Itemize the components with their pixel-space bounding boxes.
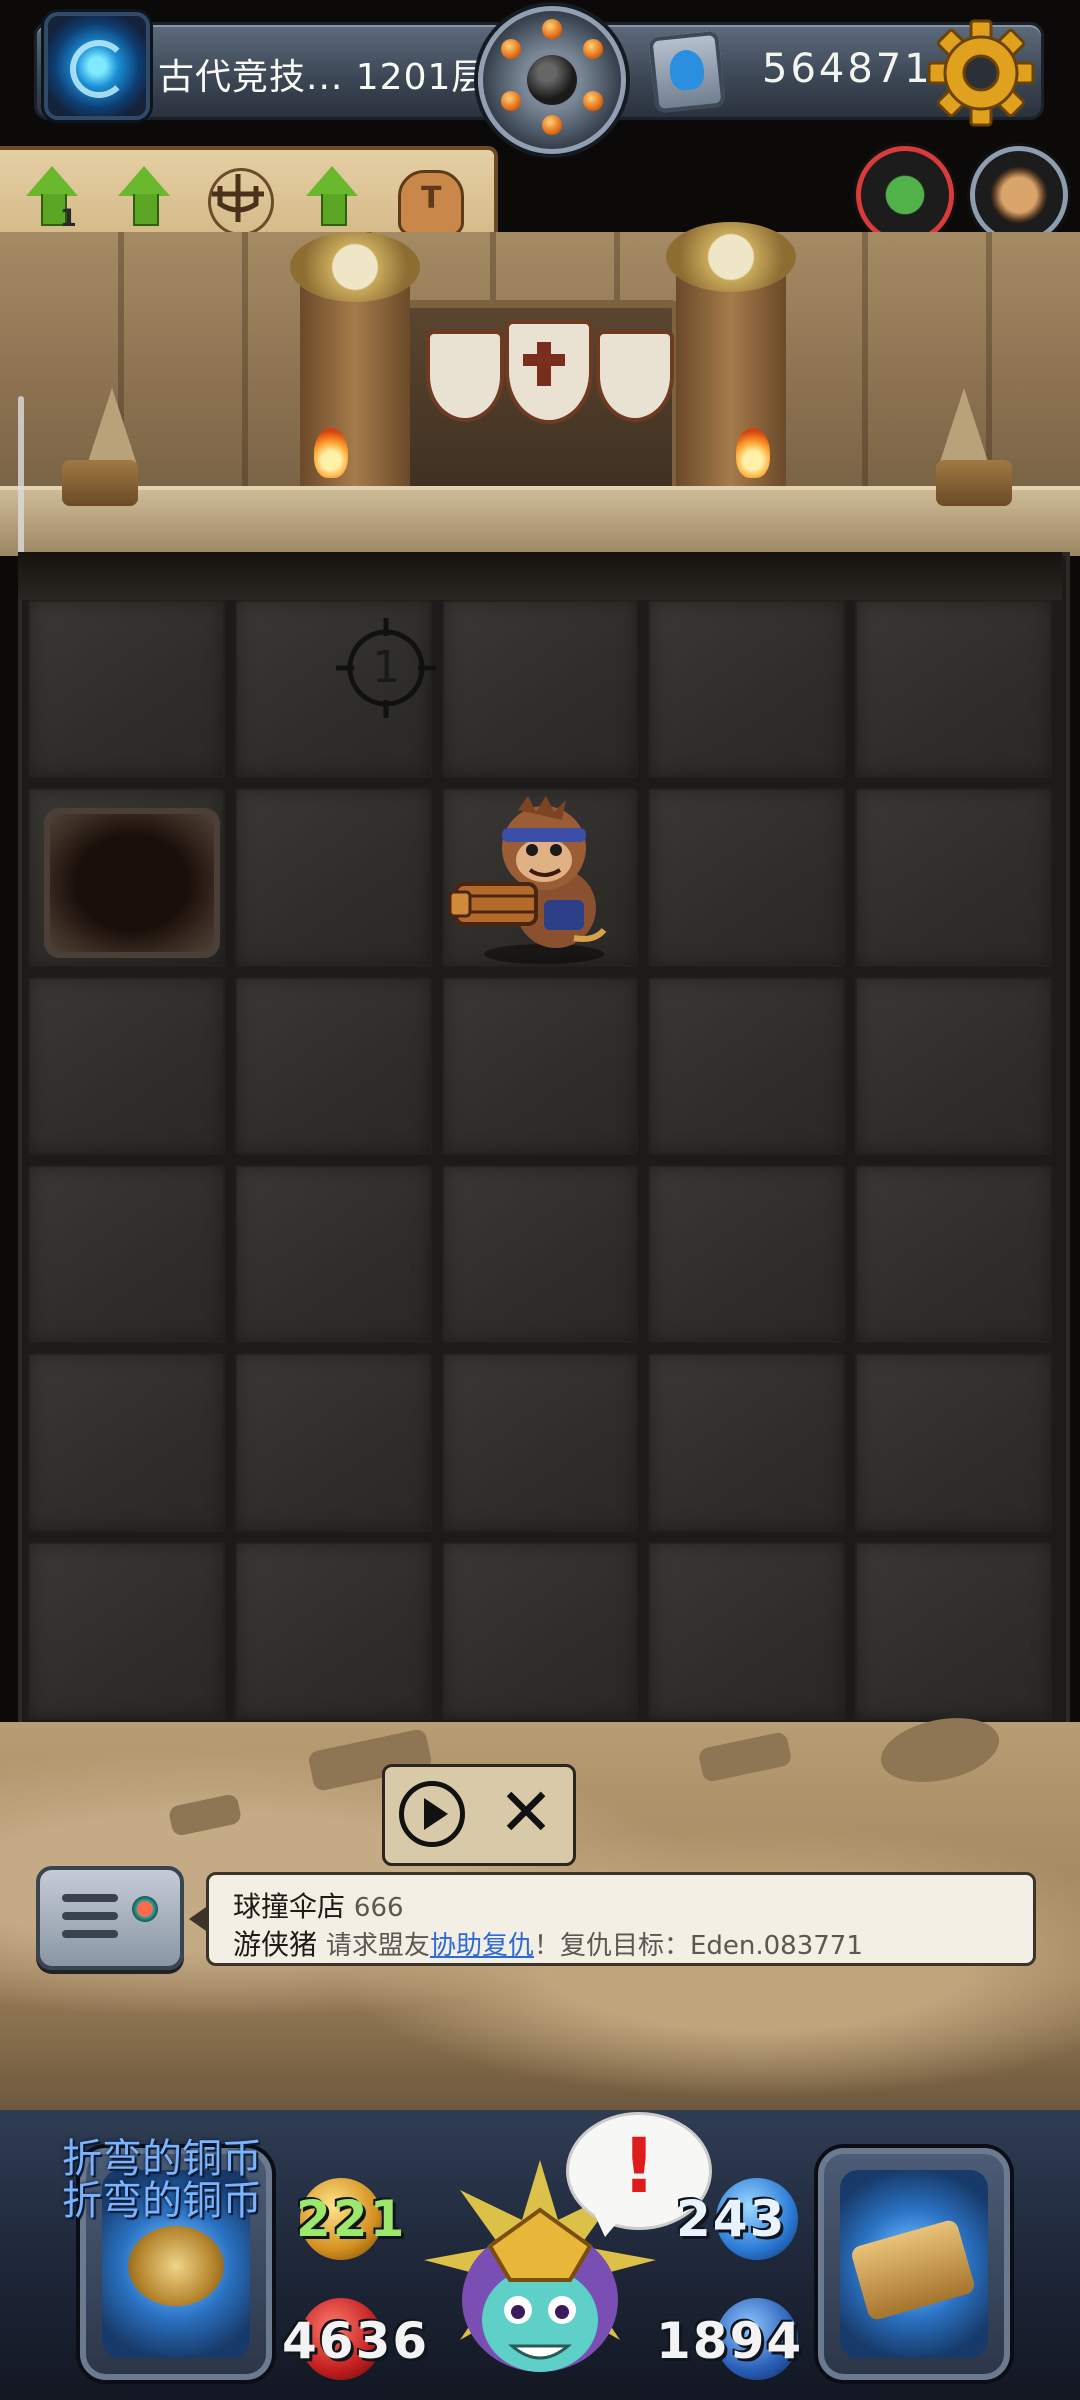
gold-value: 1894 [656, 2312, 804, 2370]
close-icon[interactable]: ✕ [493, 1777, 559, 1849]
bomb-slot [501, 39, 521, 59]
chat-radio-icon[interactable] [36, 1866, 184, 1970]
spike-horn [938, 388, 990, 468]
bomb-slot [501, 91, 521, 111]
spellbook-icon [849, 2218, 977, 2322]
board-tile[interactable] [441, 1164, 639, 1344]
spike-horn [86, 388, 138, 468]
board-tile[interactable] [855, 600, 1052, 779]
board-tile[interactable] [441, 1353, 639, 1532]
board-tile[interactable] [855, 1164, 1052, 1344]
chat-text: ！复仇目标：Eden.083771 [533, 1931, 863, 1961]
shield-emblem [596, 330, 674, 422]
bomb-core [527, 55, 577, 105]
coin-counter: 564871 [762, 46, 933, 92]
target-marker-label-wrap: 1 [336, 618, 436, 718]
chat-sender: 游侠猪 [233, 1928, 318, 1961]
board-tile[interactable] [28, 976, 225, 1155]
pillar-cap [666, 222, 796, 292]
chat-icon-line [62, 1912, 118, 1920]
defense-value: 243 [676, 2190, 787, 2248]
board-tile[interactable] [234, 788, 432, 967]
portal-icon[interactable] [44, 12, 150, 120]
chat-icon-line [62, 1930, 118, 1938]
bomb-slot [542, 115, 562, 135]
board-tile[interactable] [234, 1164, 432, 1344]
board-tile[interactable] [441, 976, 639, 1155]
spellbook-slot-bg [840, 2170, 988, 2358]
board-tile[interactable] [855, 976, 1052, 1155]
floor-pit[interactable] [44, 808, 220, 958]
board-tile[interactable] [648, 976, 846, 1155]
chat-line-1: 球撞伞店 666 [233, 1885, 404, 1925]
cross-shield-emblem [505, 320, 593, 424]
board-tile[interactable] [648, 1164, 846, 1344]
chat-icon-eye [132, 1896, 158, 1922]
bomb-slot [583, 39, 603, 59]
board-tile[interactable] [234, 976, 432, 1155]
chat-line-2: 游侠猪 请求盟友协助复仇！复仇目标：Eden.083771 [233, 1923, 863, 1963]
wall-ledge [0, 486, 1080, 556]
buff-count: 1 [60, 204, 77, 232]
chat-icon-line [62, 1894, 118, 1902]
helmet-icon [128, 2226, 224, 2306]
bomb-slot [542, 19, 562, 39]
bomb-wheel-icon[interactable] [478, 6, 626, 154]
board-shadow [18, 552, 1062, 600]
chat-sender: 球撞伞店 [233, 1890, 346, 1923]
tile-grid [28, 600, 1052, 1720]
board-tile[interactable] [234, 1541, 432, 1720]
spike-base [936, 460, 1012, 506]
board-tile[interactable] [648, 600, 846, 779]
play-icon[interactable] [399, 1781, 465, 1847]
bomb-slot [583, 91, 603, 111]
chat-text: 666 [353, 1893, 404, 1923]
floor-label[interactable]: 古代竞技... 1201层 [158, 48, 488, 100]
gear-icon[interactable] [926, 18, 1036, 128]
player-name: 折弯的铜币 [62, 2178, 262, 2224]
board-tile[interactable] [28, 1164, 225, 1344]
torch-flame [736, 428, 770, 478]
board-tile[interactable] [855, 788, 1052, 967]
torch-flame [314, 428, 348, 478]
spike-base [62, 460, 138, 506]
replay-panel: ✕ [382, 1764, 576, 1866]
board-tile[interactable] [648, 1541, 846, 1720]
monkey-gunner-hero[interactable] [448, 788, 628, 968]
arrow-up-icon[interactable] [108, 160, 180, 236]
arrow-up-icon[interactable]: 1 [16, 160, 88, 236]
spellbook-slot[interactable] [818, 2148, 1010, 2380]
arrow-up-icon[interactable] [296, 160, 368, 236]
board-tile[interactable] [28, 1541, 225, 1720]
target-marker-label: 1 [372, 642, 400, 693]
attack-value: 221 [296, 2190, 407, 2248]
hp-value: 4636 [282, 2312, 430, 2370]
ally-avatar-pig[interactable] [856, 146, 954, 244]
pillar-cap [290, 232, 420, 302]
stump-icon[interactable] [392, 160, 464, 236]
board-tile[interactable] [234, 1353, 432, 1532]
ally-avatar-monkey[interactable] [970, 146, 1068, 244]
board-tile[interactable] [648, 788, 846, 967]
board-tile[interactable] [28, 1353, 225, 1532]
gem-icon [648, 30, 726, 114]
chat-text: 请求盟友 [325, 1931, 430, 1961]
board-tile[interactable] [441, 600, 639, 779]
assist-revenge-link[interactable]: 协助复仇 [430, 1931, 534, 1961]
chat-message-box[interactable]: 球撞伞店 666 游侠猪 请求盟友协助复仇！复仇目标：Eden.083771 [189, 1872, 1036, 1966]
board-tile[interactable] [441, 1541, 639, 1720]
board-tile[interactable] [648, 1353, 846, 1532]
scrollbar[interactable] [18, 396, 24, 556]
board-tile[interactable] [855, 1353, 1052, 1532]
board-tile[interactable] [28, 600, 225, 779]
board-tile[interactable] [855, 1541, 1052, 1720]
candelabra-sigil-icon[interactable] [202, 160, 274, 236]
shield-emblem [426, 330, 504, 422]
